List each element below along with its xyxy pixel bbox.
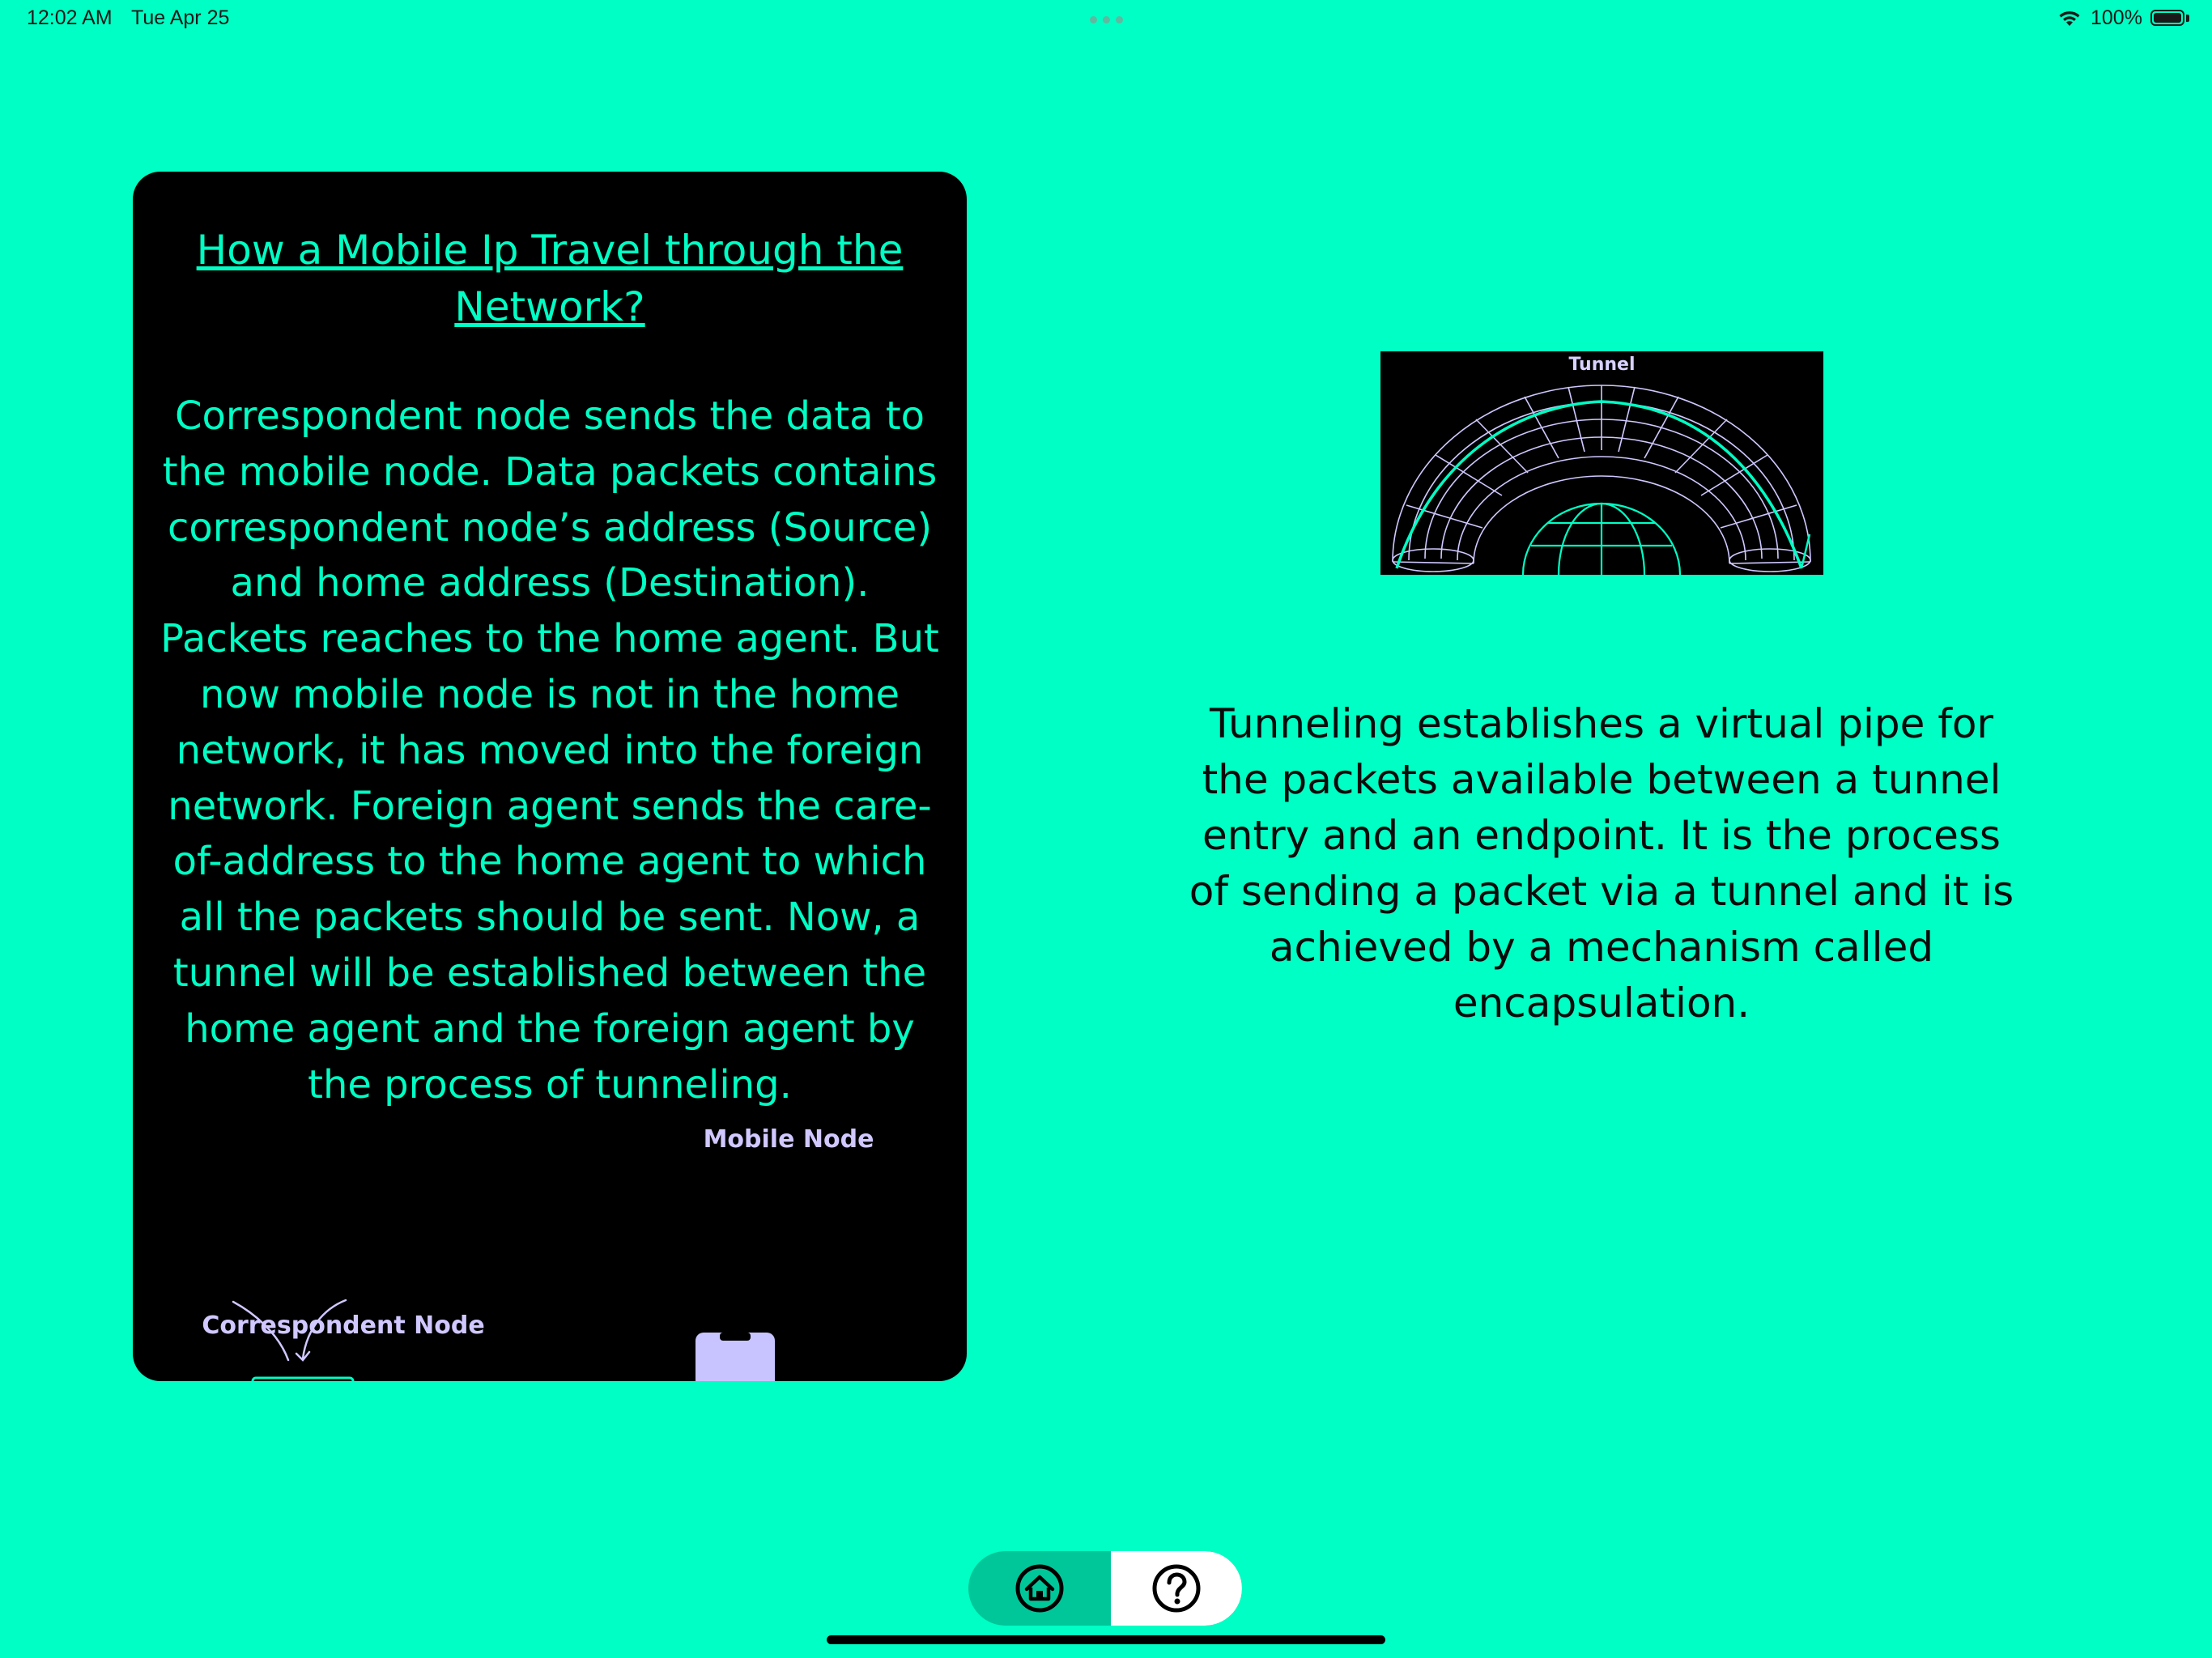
tunneling-description: Tunneling establishes a virtual pipe for… <box>1189 700 2014 1027</box>
battery-icon <box>2150 10 2184 26</box>
battery-percent: 100% <box>2091 6 2142 29</box>
mobile-phone-icon <box>696 1333 775 1381</box>
tunnel-wireframe-icon <box>1392 385 1811 575</box>
bottom-nav <box>968 1551 1242 1626</box>
wifi-icon <box>2059 11 2080 26</box>
computer-monitor-icon <box>251 1376 355 1381</box>
battery-cap <box>2186 15 2189 22</box>
card-title-line2: Network? <box>454 283 645 330</box>
home-icon <box>1015 1564 1064 1613</box>
card-body-text: Correspondent node sends the data to the… <box>160 393 939 1107</box>
card-title-line1: How a Mobile Ip Travel through the <box>196 227 904 274</box>
mobile-node-label: Mobile Node <box>703 1125 874 1154</box>
tunnel-image: Tunnel <box>1380 351 1823 575</box>
status-bar: 12:02 AM Tue Apr 25 100% <box>0 0 2212 40</box>
home-button[interactable] <box>968 1551 1111 1626</box>
card-title: How a Mobile Ip Travel through the Netwo… <box>133 222 967 335</box>
multitasking-dots-icon[interactable] <box>1090 16 1123 23</box>
home-indicator[interactable] <box>827 1635 1385 1644</box>
question-icon <box>1152 1564 1201 1613</box>
help-button[interactable] <box>1111 1551 1242 1626</box>
correspondent-node-label: Correspondent Node <box>202 1312 485 1340</box>
status-date: Tue Apr 25 <box>131 6 230 29</box>
info-card: How a Mobile Ip Travel through the Netwo… <box>133 172 967 1381</box>
status-time: 12:02 AM <box>27 6 113 29</box>
